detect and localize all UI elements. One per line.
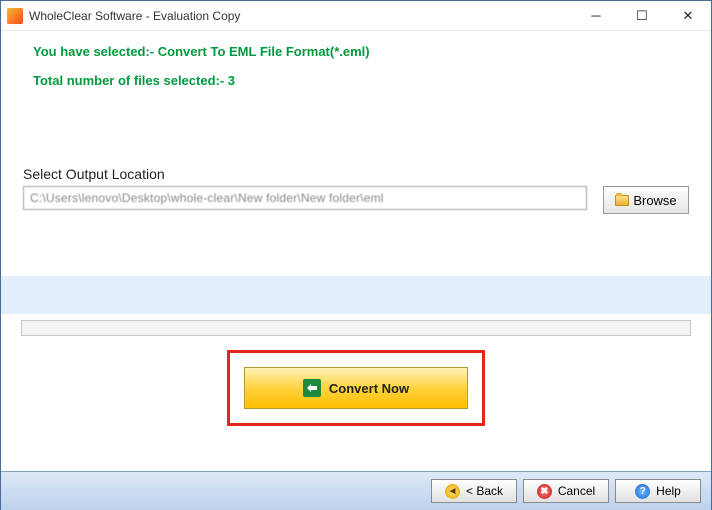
minimize-button[interactable]: ─ [573,1,619,30]
output-location-label: Select Output Location [23,166,689,182]
back-icon: ◄ [445,484,460,499]
convert-highlight-box: Convert Now [227,350,485,426]
progress-bar [21,320,691,336]
app-icon [7,8,23,24]
help-label: Help [656,484,681,498]
close-button[interactable]: ✕ [665,1,711,30]
convert-now-button[interactable]: Convert Now [244,367,468,409]
help-icon: ? [635,484,650,499]
convert-label: Convert Now [329,381,409,396]
folder-icon [615,195,629,206]
content-area: You have selected:- Convert To EML File … [1,31,711,471]
browse-button[interactable]: Browse [603,186,689,214]
title-bar: WholeClear Software - Evaluation Copy ─ … [1,1,711,31]
maximize-button[interactable]: ☐ [619,1,665,30]
output-path-input[interactable] [23,186,587,210]
cancel-icon: ✖ [537,484,552,499]
back-button[interactable]: ◄ < Back [431,479,517,503]
window-title: WholeClear Software - Evaluation Copy [29,9,573,23]
browse-label: Browse [633,193,676,208]
footer-bar: ◄ < Back ✖ Cancel ? Help [1,471,711,510]
window-controls: ─ ☐ ✕ [573,1,711,30]
back-label: < Back [466,484,503,498]
help-button[interactable]: ? Help [615,479,701,503]
file-count-text: Total number of files selected:- 3 [33,73,689,88]
convert-icon [303,379,321,397]
cancel-button[interactable]: ✖ Cancel [523,479,609,503]
cancel-label: Cancel [558,484,595,498]
output-row: Browse [23,186,689,214]
selected-format-text: You have selected:- Convert To EML File … [33,44,689,59]
info-strip [1,276,711,314]
